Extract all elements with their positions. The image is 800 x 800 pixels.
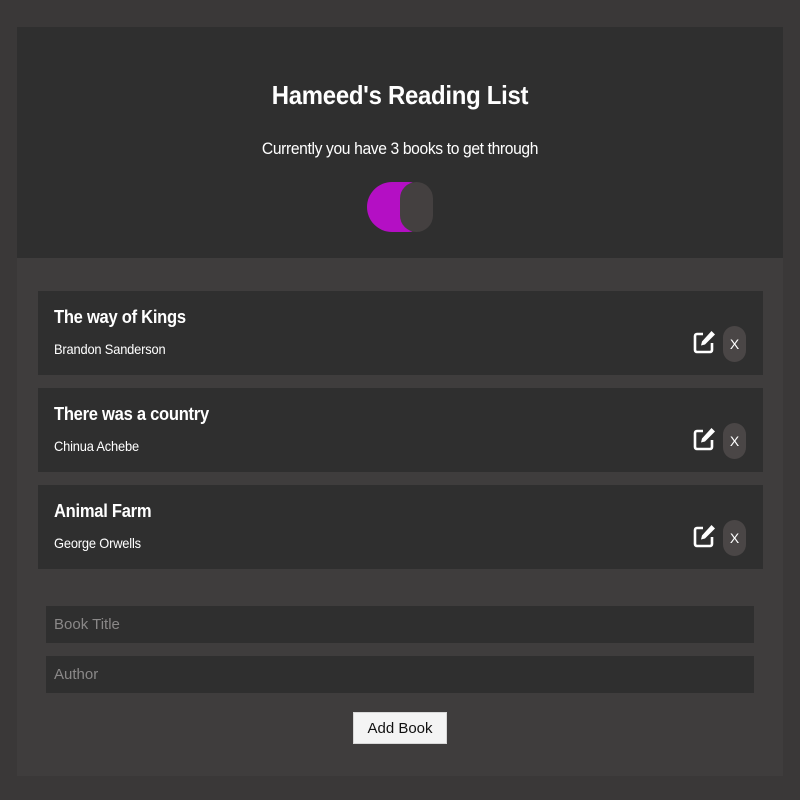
book-title: The way of Kings: [54, 307, 186, 327]
add-book-form: Add Book: [46, 606, 754, 744]
toggle-knob: [400, 182, 433, 232]
book-author: Brandon Sanderson: [54, 341, 166, 357]
book-item: The way of Kings Brandon Sanderson X: [38, 291, 763, 375]
edit-icon[interactable]: [693, 329, 717, 355]
author-input[interactable]: [46, 656, 754, 693]
delete-button[interactable]: X: [723, 423, 746, 459]
book-item: There was a country Chinua Achebe X: [38, 388, 763, 472]
book-title: Animal Farm: [54, 501, 152, 521]
theme-toggle[interactable]: [367, 182, 433, 232]
add-book-button[interactable]: Add Book: [353, 712, 447, 744]
delete-button[interactable]: X: [723, 326, 746, 362]
delete-button[interactable]: X: [723, 520, 746, 556]
reading-list-app: Hameed's Reading List Currently you have…: [17, 27, 783, 776]
book-count-subtitle: Currently you have 3 books to get throug…: [261, 139, 539, 158]
book-author: George Orwells: [54, 535, 141, 551]
header: Hameed's Reading List Currently you have…: [17, 27, 783, 258]
book-title-input[interactable]: [46, 606, 754, 643]
book-list: The way of Kings Brandon Sanderson X The…: [38, 291, 763, 582]
page-title: Hameed's Reading List: [271, 80, 529, 110]
book-item: Animal Farm George Orwells X: [38, 485, 763, 569]
edit-icon[interactable]: [693, 523, 717, 549]
edit-icon[interactable]: [693, 426, 717, 452]
book-title: There was a country: [54, 404, 209, 424]
book-author: Chinua Achebe: [54, 438, 139, 454]
